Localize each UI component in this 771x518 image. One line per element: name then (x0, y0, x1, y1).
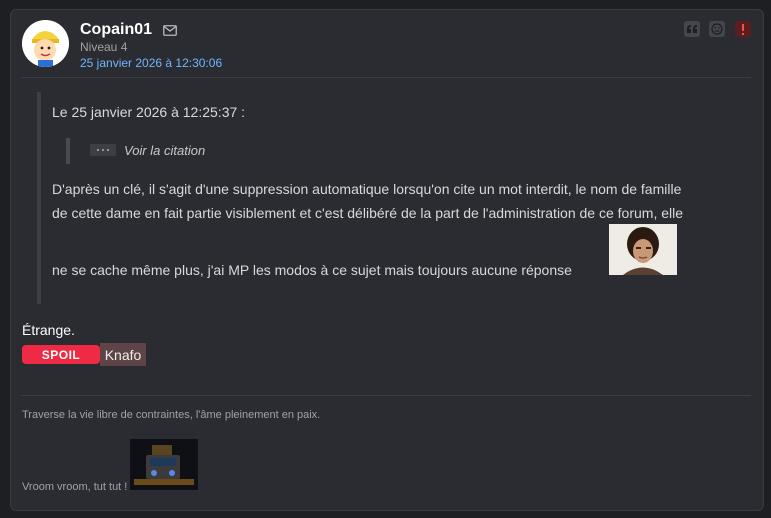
quote-header: Le 25 janvier 2026 à 12:25:37 : (52, 104, 246, 120)
sad-face-icon (711, 23, 723, 35)
signature-text: Traverse la vie libre de contraintes, l'… (22, 409, 321, 421)
mail-icon[interactable] (163, 23, 177, 41)
quote-text-line: de cette dame en fait partie visiblement… (52, 205, 684, 221)
quote-button[interactable] (684, 21, 700, 37)
signature-image (130, 439, 198, 490)
spoiler-content: Knafo (100, 343, 146, 366)
report-button[interactable] (735, 21, 751, 37)
username[interactable]: Copain01 (80, 21, 152, 39)
avatar[interactable] (22, 20, 69, 67)
header-divider (21, 77, 751, 78)
nested-quote-border (66, 138, 70, 164)
signature-divider (21, 395, 751, 396)
quote-text-line: ne se cache même plus, j'ai MP les modos… (52, 262, 572, 278)
expand-quote-button[interactable] (90, 144, 116, 156)
quote-icon (687, 25, 697, 33)
quote-text-line: D'après un clé, il s'agit d'une suppress… (52, 181, 682, 197)
view-quote-link[interactable]: Voir la citation (124, 143, 205, 158)
spoiler-toggle-button[interactable]: SPOIL (22, 345, 100, 364)
post-date-link[interactable]: 25 janvier 2026 à 12:30:06 (80, 56, 222, 70)
sticker-image (609, 224, 677, 275)
sad-face-button[interactable] (709, 21, 725, 37)
quote-border (37, 92, 41, 304)
post-text: Étrange. (22, 322, 75, 338)
signature-text: Vroom vroom, tut tut ! (22, 481, 128, 493)
user-level: Niveau 4 (80, 40, 128, 54)
exclamation-icon (742, 23, 744, 35)
